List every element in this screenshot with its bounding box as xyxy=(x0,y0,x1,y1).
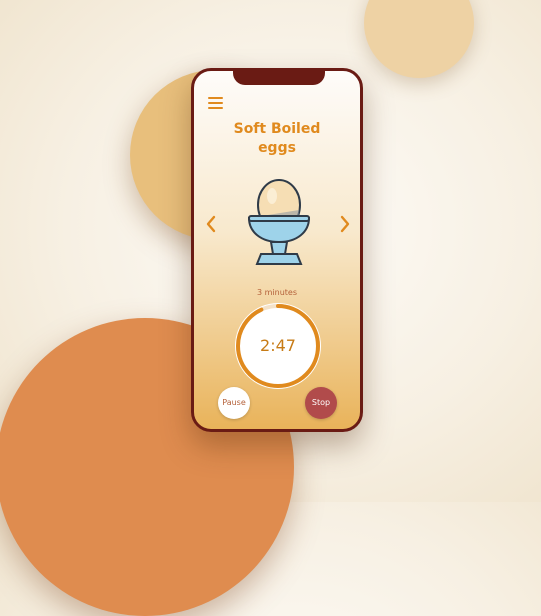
chevron-left-icon[interactable] xyxy=(204,214,218,234)
timer-ring: 2:47 xyxy=(232,300,324,392)
decorative-circle-top xyxy=(364,0,474,78)
recipe-title-line2: eggs xyxy=(258,140,296,156)
timer-duration-label: 3 minutes xyxy=(256,288,297,297)
recipe-title-line1: Soft Boiled xyxy=(233,121,321,137)
stop-button[interactable]: Stop xyxy=(305,387,337,419)
hamburger-menu-icon[interactable] xyxy=(208,97,223,109)
chevron-right-icon[interactable] xyxy=(338,214,352,234)
pause-button[interactable]: Pause xyxy=(218,387,250,419)
phone-notch xyxy=(233,71,325,85)
phone-mockup: Soft Boiled eggs 3 minutes 2:47 Pause St… xyxy=(191,68,363,432)
egg-cup-icon xyxy=(247,179,311,265)
timer-remaining-text: 2:47 xyxy=(260,336,296,355)
